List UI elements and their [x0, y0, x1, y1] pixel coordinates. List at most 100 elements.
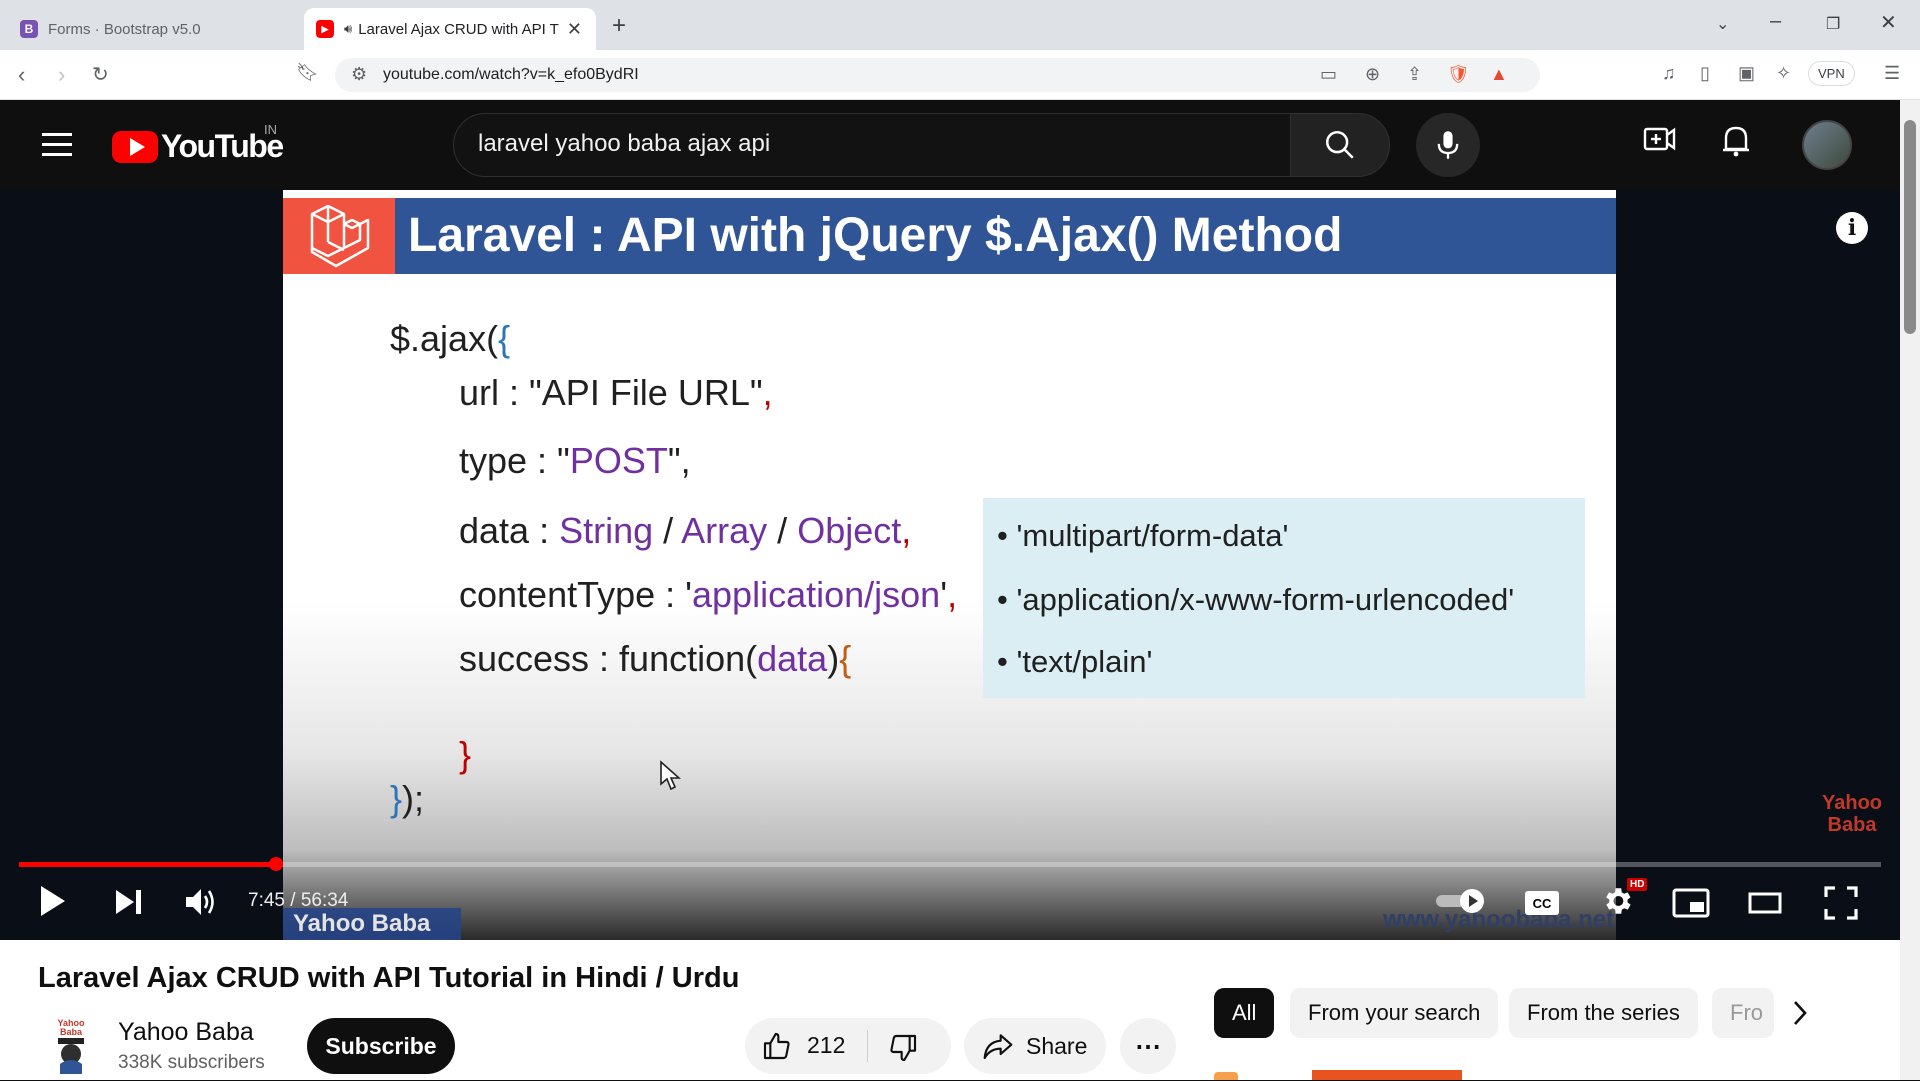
close-tab-icon[interactable]: ✕ — [567, 19, 582, 40]
autoplay-toggle[interactable] — [1434, 888, 1488, 919]
scrollbar-thumb[interactable] — [1904, 120, 1916, 334]
leo-ai-icon[interactable]: ✧ — [1776, 63, 1791, 84]
account-avatar[interactable] — [1802, 120, 1852, 170]
code-token: { — [498, 318, 511, 359]
related-video-thumb-edge[interactable] — [1312, 1070, 1462, 1080]
search-input[interactable] — [478, 130, 1238, 158]
dislike-button[interactable] — [887, 1032, 919, 1070]
chip-from-the-series[interactable]: From the series — [1509, 988, 1698, 1038]
more-actions-button[interactable]: ⋯ — [1120, 1018, 1176, 1074]
tab-title: Laravel Ajax CRUD with API T — [358, 20, 559, 38]
create-button[interactable] — [1643, 124, 1677, 159]
tab-search-chevron-icon[interactable]: ⌄ — [1716, 14, 1729, 34]
channel-avatar[interactable]: Yahoo Baba — [46, 1016, 96, 1076]
youtube-header: YouTube IN — [0, 100, 1900, 190]
theater-mode-icon — [1748, 892, 1782, 914]
code-token: success : function( — [459, 638, 758, 679]
omnibox[interactable]: ⚙︎ youtube.com/watch?v=k_efo0BydRI ▭ ⊕ ⇪… — [335, 58, 1540, 92]
voice-search-button[interactable] — [1416, 113, 1480, 177]
info-icon[interactable]: i — [1836, 212, 1868, 244]
chip-from-your-search[interactable]: From your search — [1290, 988, 1499, 1038]
cast-icon[interactable]: ▭ — [1320, 64, 1337, 85]
content-type-option: • 'multipart/form-data' — [997, 518, 1289, 553]
code-token: type : " — [459, 440, 570, 481]
search-button[interactable] — [1290, 113, 1390, 177]
minimize-icon[interactable]: – — [1770, 10, 1781, 33]
code-line-close-inner: } — [459, 734, 472, 775]
next-button[interactable] — [114, 888, 144, 921]
share-icon — [983, 1034, 1013, 1060]
notifications-button[interactable] — [1722, 124, 1750, 163]
sidebar-icon[interactable]: ▯ — [1700, 63, 1710, 84]
miniplayer-button[interactable] — [1672, 888, 1710, 923]
code-token: data : — [459, 510, 560, 551]
share-page-icon[interactable]: ⇪ — [1407, 64, 1422, 85]
media-icon[interactable]: ♫ — [1662, 63, 1676, 84]
url-text[interactable]: youtube.com/watch?v=k_efo0BydRI — [383, 66, 639, 84]
code-line-close-outer: }); — [390, 778, 424, 820]
brave-shields-icon[interactable]: 🛡︎ — [1447, 64, 1470, 85]
video-title: Laravel Ajax CRUD with API Tutorial in H… — [38, 962, 740, 994]
slide-title: Laravel : API with jQuery $.Ajax() Metho… — [408, 209, 1343, 262]
back-icon[interactable]: ‹ — [18, 62, 25, 88]
tab-bootstrap-forms[interactable]: B Forms · Bootstrap v5.0 — [8, 8, 298, 50]
code-token: contentType : ' — [459, 574, 693, 615]
volume-icon — [186, 889, 214, 915]
code-line-content-type: contentType : 'application/json', — [459, 574, 957, 616]
channel-watermark[interactable]: Yahoo Baba — [1822, 792, 1882, 836]
forward-icon[interactable]: › — [58, 62, 65, 88]
reload-icon[interactable]: ↻ — [92, 62, 109, 87]
site-settings-icon[interactable]: ⚙︎ — [351, 64, 367, 85]
bookmark-icon[interactable]: 🔖︎ — [296, 62, 319, 83]
code-token: data — [757, 638, 828, 679]
youtube-favicon-icon: ▶ — [316, 20, 334, 38]
subscribe-button[interactable]: Subscribe — [307, 1018, 455, 1074]
restore-icon[interactable]: ❐ — [1826, 14, 1840, 34]
search-box[interactable] — [453, 113, 1291, 177]
country-code: IN — [264, 122, 277, 137]
chip-all[interactable]: All — [1214, 988, 1275, 1038]
bell-icon — [1723, 126, 1749, 157]
related-video-thumb-edge[interactable] — [1214, 1072, 1238, 1080]
thumbs-down-icon — [890, 1034, 917, 1062]
chevron-right-icon — [1794, 1001, 1807, 1025]
like-count: 212 — [807, 1032, 846, 1058]
brave-rewards-icon[interactable]: ▲ — [1490, 64, 1508, 85]
new-tab-icon[interactable]: + — [612, 12, 626, 40]
video-player[interactable]: Laravel : API with jQuery $.Ajax() Metho… — [0, 190, 1900, 940]
close-window-icon[interactable]: ✕ — [1880, 10, 1897, 35]
code-token: , — [901, 510, 912, 551]
progress-scrubber[interactable] — [268, 857, 283, 871]
theater-mode-button[interactable] — [1748, 892, 1782, 919]
vpn-button[interactable]: VPN — [1808, 61, 1855, 86]
code-token: Object — [797, 510, 902, 551]
share-button[interactable]: Share — [964, 1018, 1106, 1074]
time-display: 7:45 / 56:34 — [248, 890, 349, 911]
progress-bar[interactable] — [19, 857, 1881, 871]
page-scrollbar[interactable] — [1900, 100, 1920, 1080]
channel-name[interactable]: Yahoo Baba — [118, 1018, 254, 1047]
code-token: ) — [827, 638, 840, 679]
watermark-line: Yahoo — [1822, 792, 1883, 814]
code-token: POST — [569, 440, 668, 481]
tab-youtube-video[interactable]: ▶ 🔊︎ Laravel Ajax CRUD with API T ✕ — [304, 8, 596, 50]
menu-icon[interactable]: ☰ — [1884, 63, 1900, 84]
channel-logo-icon: YahooBaba — [57, 1018, 85, 1074]
bootstrap-favicon-icon: B — [20, 20, 38, 38]
code-line-success: success : function(data){ — [459, 638, 851, 680]
like-button[interactable] — [761, 1030, 793, 1068]
wallet-icon[interactable]: ▣ — [1738, 63, 1755, 84]
youtube-logo[interactable]: YouTube IN — [112, 122, 284, 165]
fullscreen-button[interactable] — [1824, 886, 1858, 925]
hamburger-menu-icon[interactable] — [42, 133, 72, 163]
play-button[interactable] — [38, 884, 68, 923]
cc-text: CC — [1533, 896, 1552, 911]
code-token: , — [947, 574, 958, 615]
share-label: Share — [1026, 1032, 1088, 1059]
volume-button[interactable] — [184, 886, 218, 923]
chips-next-button[interactable] — [1790, 998, 1810, 1033]
search-icon — [1325, 130, 1354, 159]
chip-truncated[interactable]: Fro — [1712, 988, 1774, 1038]
zoom-icon[interactable]: ⊕ — [1365, 64, 1380, 85]
subtitles-button[interactable]: CC — [1524, 890, 1560, 921]
